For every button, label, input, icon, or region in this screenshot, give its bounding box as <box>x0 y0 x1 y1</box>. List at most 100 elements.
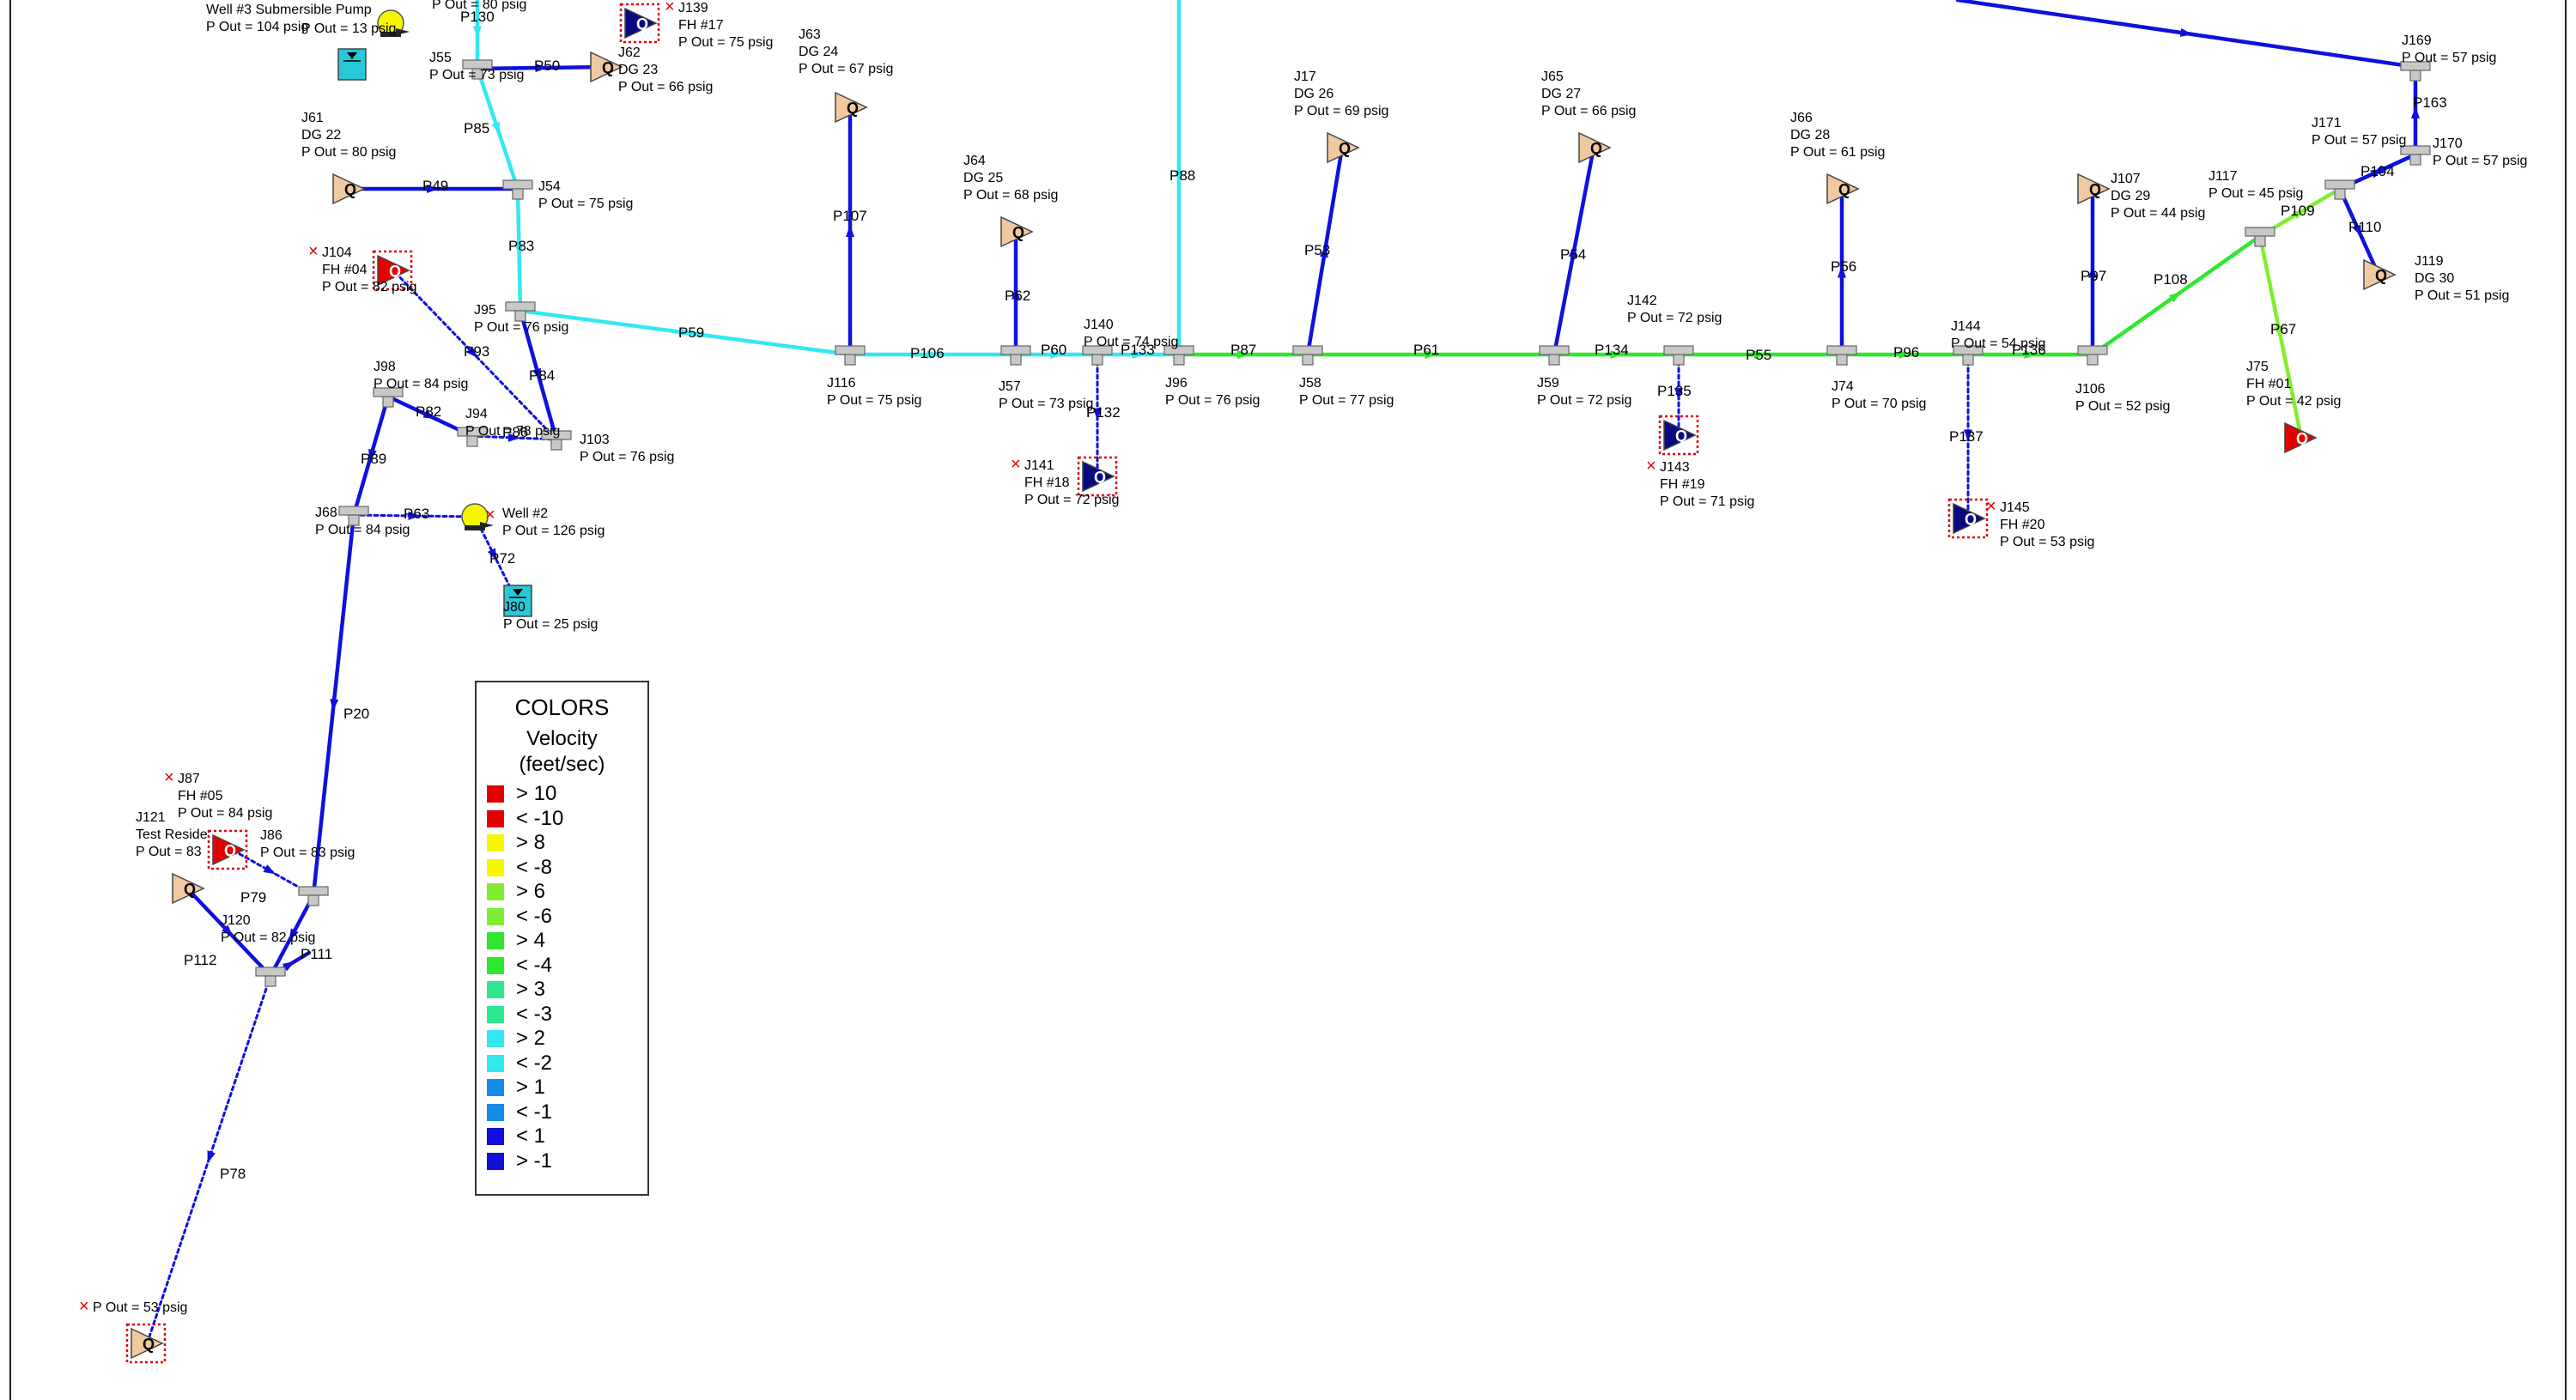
fixture-label-J104-line-1: FH #04 <box>322 263 368 277</box>
junction-label-J140-line-0: J140 <box>1084 318 1114 332</box>
pipe-label-P60: P60 <box>1041 342 1066 358</box>
legend-swatch <box>487 785 504 803</box>
fixture-label-J64-line-1: DG 25 <box>963 171 1003 185</box>
fixture-J62[interactable]: Q <box>590 51 623 83</box>
q-glyph-icon: Q <box>224 842 236 859</box>
legend-row: < -8 <box>487 856 552 879</box>
closed-x-icon-J87: × <box>164 768 174 787</box>
legend-swatch <box>487 1128 504 1145</box>
junction-label-J98-line-0: J98 <box>374 360 396 374</box>
fixture-label-J66-line-1: DG 28 <box>1790 128 1830 142</box>
fixture-J87[interactable]: Q <box>207 829 248 870</box>
fixture-label-J87-line-2: P Out = 84 psig <box>178 806 272 821</box>
fixture-label-J61-line-2: P Out = 80 psig <box>301 145 396 160</box>
junction-label-J96-line-0: J96 <box>1165 376 1188 391</box>
fixture-label-J145-line-0: J145 <box>2000 500 2030 515</box>
pipe-P108[interactable] <box>2090 233 2263 357</box>
pipe-label-P88: P88 <box>1170 167 1195 184</box>
legend-swatch <box>487 883 504 900</box>
fixture-label-J17-line-2: P Out = 69 psig <box>1294 104 1388 118</box>
pipe-P107[interactable] <box>846 105 854 357</box>
junction-J120[interactable] <box>255 967 286 987</box>
junction-label-J171-line-0: J171 <box>2312 116 2342 130</box>
pipe-label-P89: P89 <box>361 451 386 467</box>
fixture-label-J104-line-2: P Out = 82 psig <box>322 280 416 294</box>
fixture-J_bottom[interactable]: Q <box>125 1323 167 1364</box>
legend-row: > 10 <box>487 782 557 805</box>
legend-swatch <box>487 1054 504 1072</box>
legend-row: > 6 <box>487 880 545 903</box>
pipe-label-P62: P62 <box>1005 288 1030 304</box>
q-glyph-icon: Q <box>344 181 356 198</box>
legend-row-label: < -6 <box>516 904 553 928</box>
junction-label-J74-line-0: J74 <box>1832 379 1854 394</box>
pump-extra-well3: P Out = 13 psig <box>301 21 396 36</box>
pipe-label-P96: P96 <box>1893 344 1919 361</box>
junction-label-J169-line-1: P Out = 57 psig <box>2402 51 2496 65</box>
pipe-label-P84: P84 <box>529 367 555 384</box>
fixture-label-J63-line-1: DG 24 <box>799 45 838 59</box>
legend-row: > 1 <box>487 1076 546 1099</box>
pipe-P78[interactable] <box>147 974 272 1341</box>
legend-row: < -6 <box>487 904 553 928</box>
pump-label-well2-line-0: Well #2 <box>502 506 548 521</box>
closed-x-icon-J141: × <box>1011 455 1021 474</box>
junction-label-J142-line-0: J142 <box>1627 294 1657 308</box>
tank-label-J80-line-0: J80 <box>503 600 526 615</box>
fixture-J139[interactable]: Q <box>619 3 660 44</box>
pipe-P163[interactable] <box>2411 68 2420 157</box>
junction-label-J57-line-0: J57 <box>999 379 1021 394</box>
flow-arrow-icon <box>207 1150 216 1164</box>
pipe-label-P78: P78 <box>220 1166 246 1182</box>
pipe-label-P79: P79 <box>240 889 266 906</box>
fixture-label-J61-line-0: J61 <box>301 111 324 125</box>
pipe-label-P53: P53 <box>1304 242 1330 258</box>
junction-label-J140-line-1: P Out = 74 psig <box>1084 335 1178 349</box>
fixture-J119[interactable]: Q <box>2363 258 2397 291</box>
legend-row-label: < -1 <box>516 1100 553 1124</box>
legend-swatch <box>487 932 504 949</box>
network-canvas[interactable]: QQQ QQ QQQQQQQQQQQQQ P130P50P85P49P83P59P1… <box>0 0 2576 1400</box>
tank-tank_top[interactable] <box>337 48 367 81</box>
fixture-label-J17-line-1: DG 26 <box>1294 87 1334 101</box>
q-glyph-icon: Q <box>2296 430 2308 447</box>
tank-label-J80-line-1: P Out = 25 psig <box>503 617 598 632</box>
junction-label-J106-line-1: P Out = 52 psig <box>2075 399 2170 414</box>
pipe-label-P104: P104 <box>2360 163 2395 179</box>
velocity-legend: COLORS Velocity (feet/sec) > 10 < -10 > 8 <… <box>475 681 649 1196</box>
legend-row-label: < -2 <box>516 1051 553 1075</box>
fixture-label-J141-line-0: J141 <box>1024 458 1054 473</box>
legend-row-label: > 10 <box>516 782 557 805</box>
pipe-label-P107: P107 <box>833 208 867 224</box>
junction-J86[interactable] <box>298 886 329 906</box>
legend-row: < -10 <box>487 807 563 830</box>
pipe-label-P49: P49 <box>422 178 448 194</box>
fixture-label-J107-line-2: P Out = 44 psig <box>2111 206 2205 221</box>
junction-label-J58-line-0: J58 <box>1299 376 1321 391</box>
fixture-label-J65-line-2: P Out = 66 psig <box>1541 104 1636 118</box>
legend-row: < -4 <box>487 954 552 977</box>
junction-label-J59-line-1: P Out = 72 psig <box>1537 393 1631 408</box>
flow-arrow-icon <box>263 864 276 875</box>
pipe-label-P163: P163 <box>2413 94 2447 111</box>
fixture-label-J64-line-2: P Out = 68 psig <box>963 188 1058 203</box>
fixture-J17[interactable]: Q <box>1327 131 1360 164</box>
fixture-J65[interactable]: Q <box>1578 131 1612 164</box>
pipe-label-P61: P61 <box>1413 342 1439 358</box>
q-glyph-icon: Q <box>1012 224 1024 241</box>
junction-label-J142-line-1: P Out = 72 psig <box>1627 311 1722 325</box>
fixture-label-J65-line-1: DG 27 <box>1541 87 1581 101</box>
pump-label-well2-line-1: P Out = 126 psig <box>502 524 605 538</box>
junction-J170[interactable] <box>2400 145 2431 166</box>
legend-row: < -2 <box>487 1051 553 1075</box>
fixture-J61[interactable]: Q <box>332 173 366 205</box>
flow-arrow-icon <box>473 26 482 39</box>
junction-label-J117-line-0: J117 <box>2208 169 2238 184</box>
pipe-label-P109: P109 <box>2281 203 2315 219</box>
pipe-label-P67: P67 <box>2270 321 2296 337</box>
pipe-label-P106: P106 <box>910 345 945 361</box>
fixture-label-J63-line-0: J63 <box>799 27 821 42</box>
legend-row-label: > 1 <box>516 1076 546 1099</box>
pipe-ptop[interactable] <box>1955 0 2418 70</box>
closed-x-icon-J_bottom: × <box>79 1297 89 1316</box>
